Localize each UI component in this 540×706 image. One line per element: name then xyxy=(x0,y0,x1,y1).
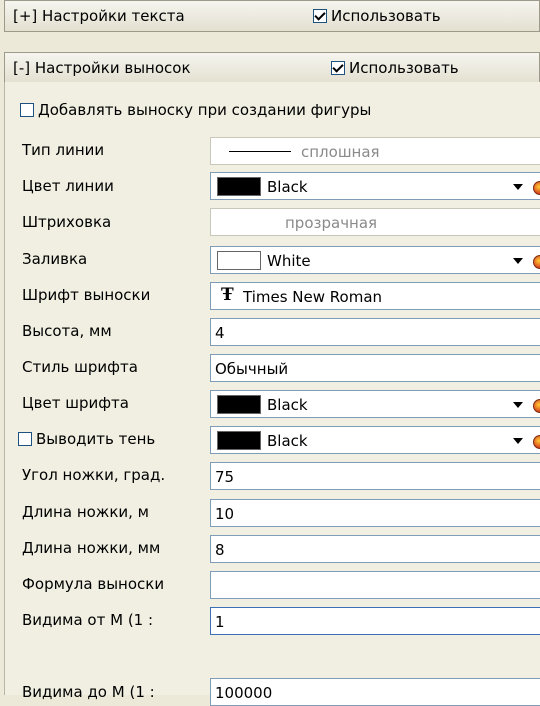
shadow-color-swatch xyxy=(217,431,261,450)
font-color-swatch xyxy=(217,395,261,414)
shadow-checkbox[interactable] xyxy=(18,432,32,446)
shadow-color-name: Black xyxy=(267,432,308,450)
fill-color-dropdown-icon[interactable] xyxy=(513,258,523,264)
font-style-field[interactable]: Обычный xyxy=(210,354,540,382)
leg-length-mm-label: Длина ножки, мм xyxy=(22,539,161,557)
visible-from-value: 1 xyxy=(215,613,225,631)
font-style-label: Стиль шрифта xyxy=(22,358,138,376)
line-color-select[interactable]: Black xyxy=(210,172,540,200)
text-settings-header[interactable]: [+] Настройки текста Использовать xyxy=(4,0,540,32)
leg-length-m-label: Длина ножки, м xyxy=(22,503,149,521)
line-color-swatch xyxy=(217,177,261,196)
font-color-dropdown-icon[interactable] xyxy=(513,402,523,408)
truetype-font-icon: Ŧ xyxy=(221,285,234,305)
formula-input[interactable] xyxy=(210,571,540,599)
height-label: Высота, мм xyxy=(22,322,112,340)
font-color-label: Цвет шрифта xyxy=(22,394,129,412)
visible-to-input[interactable]: 100000 xyxy=(210,678,540,706)
font-color-name: Black xyxy=(267,396,308,414)
fill-color-select[interactable]: White xyxy=(210,246,540,274)
shadow-option[interactable]: Выводить тень xyxy=(18,430,155,448)
leg-length-mm-value: 8 xyxy=(215,541,225,559)
hatching-field[interactable]: прозрачная xyxy=(210,208,540,236)
callout-settings-use-toggle[interactable]: Использовать xyxy=(331,59,459,77)
leg-angle-label: Угол ножки, град. xyxy=(22,466,166,484)
callout-settings-header[interactable]: [-] Настройки выносок Использовать xyxy=(4,52,540,84)
line-color-palette-icon[interactable] xyxy=(533,181,540,195)
add-callout-checkbox[interactable] xyxy=(20,103,34,117)
visible-from-label: Видима от М (1 : xyxy=(22,611,154,629)
fill-label: Заливка xyxy=(22,250,88,268)
leg-angle-input[interactable]: 75 xyxy=(210,462,540,490)
font-style-value: Обычный xyxy=(215,360,289,378)
text-settings-use-toggle[interactable]: Использовать xyxy=(313,7,441,25)
font-field[interactable]: Ŧ Times New Roman xyxy=(210,282,540,310)
leg-length-m-input[interactable]: 10 xyxy=(210,499,540,527)
formula-label: Формула выноски xyxy=(22,575,165,593)
line-color-name: Black xyxy=(267,178,308,196)
visible-to-label: Видима до М (1 : xyxy=(22,683,155,701)
add-callout-option[interactable]: Добавлять выноску при создании фигуры xyxy=(20,101,371,119)
hatching-value: прозрачная xyxy=(285,214,378,232)
shadow-label: Выводить тень xyxy=(36,430,156,448)
leg-length-mm-input[interactable]: 8 xyxy=(210,535,540,563)
line-color-label: Цвет линии xyxy=(22,177,114,195)
height-value: 4 xyxy=(215,324,225,342)
callout-settings-title[interactable]: [-] Настройки выносок xyxy=(13,59,191,77)
font-label: Шрифт выноски xyxy=(22,286,151,304)
line-type-label: Тип линии xyxy=(22,141,105,159)
callout-settings-use-label: Использовать xyxy=(349,59,459,77)
text-settings-title[interactable]: [+] Настройки текста xyxy=(13,7,185,25)
fill-color-name: White xyxy=(267,252,311,270)
leg-angle-value: 75 xyxy=(215,468,235,486)
line-type-value: сплошная xyxy=(301,143,380,161)
font-color-select[interactable]: Black xyxy=(210,390,540,418)
shadow-color-dropdown-icon[interactable] xyxy=(513,438,523,444)
shadow-color-select[interactable]: Black xyxy=(210,426,540,454)
text-settings-use-label: Использовать xyxy=(331,7,441,25)
font-value: Times New Roman xyxy=(243,288,383,306)
shadow-color-palette-icon[interactable] xyxy=(533,435,540,449)
font-color-palette-icon[interactable] xyxy=(533,399,540,413)
line-sample-icon xyxy=(229,151,291,152)
line-type-field[interactable]: сплошная xyxy=(210,137,540,165)
add-callout-label: Добавлять выноску при создании фигуры xyxy=(38,101,372,119)
visible-from-input[interactable]: 1 xyxy=(210,607,540,635)
visible-to-value: 100000 xyxy=(215,684,273,702)
leg-length-m-value: 10 xyxy=(215,505,235,523)
line-color-dropdown-icon[interactable] xyxy=(513,184,523,190)
fill-color-palette-icon[interactable] xyxy=(533,255,540,269)
text-settings-use-checkbox[interactable] xyxy=(313,9,327,23)
callout-settings-use-checkbox[interactable] xyxy=(331,61,345,75)
fill-color-swatch xyxy=(217,251,261,270)
hatching-label: Штриховка xyxy=(22,213,112,231)
height-input[interactable]: 4 xyxy=(210,318,540,346)
